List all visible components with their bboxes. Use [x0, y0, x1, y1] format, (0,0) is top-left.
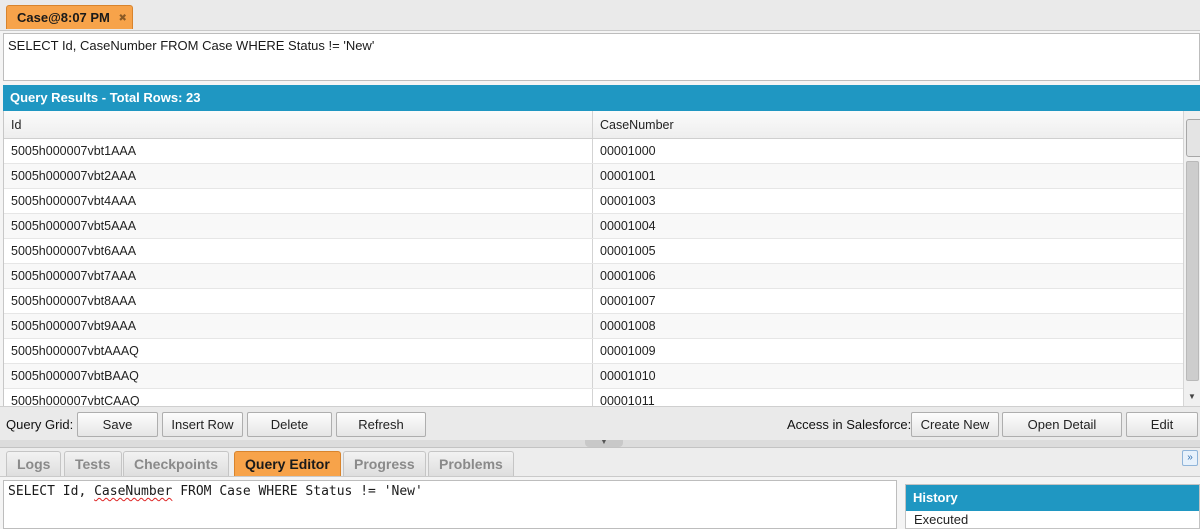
cell-casenumber[interactable]: 00001007: [593, 289, 1183, 313]
close-icon[interactable]: ✖: [119, 7, 127, 30]
cell-casenumber[interactable]: 00001010: [593, 364, 1183, 388]
create-new-button[interactable]: Create New: [911, 412, 999, 437]
table-row[interactable]: 5005h000007vbtCAAQ 00001011: [4, 389, 1183, 406]
tab-problems[interactable]: Problems: [428, 451, 514, 476]
cell-id[interactable]: 5005h000007vbtBAAQ: [4, 364, 593, 388]
cell-casenumber[interactable]: 00001004: [593, 214, 1183, 238]
cell-id[interactable]: 5005h000007vbt8AAA: [4, 289, 593, 313]
table-row[interactable]: 5005h000007vbt4AAA 00001003: [4, 189, 1183, 214]
query-grid-label: Query Grid:: [6, 417, 74, 432]
table-row[interactable]: 5005h000007vbtAAAQ 00001009: [4, 339, 1183, 364]
history-item[interactable]: Executed: [906, 511, 1199, 528]
access-salesforce-label: Access in Salesforce:: [787, 417, 912, 432]
editor-tab-bar: Case@8:07 PM ✖: [0, 0, 1200, 31]
open-detail-page-button[interactable]: Open Detail Page: [1002, 412, 1122, 455]
tab-label: Case@8:07 PM: [17, 10, 110, 25]
cell-casenumber[interactable]: 00001003: [593, 189, 1183, 213]
tab-tests[interactable]: Tests: [64, 451, 122, 476]
cell-id[interactable]: 5005h000007vbt4AAA: [4, 189, 593, 213]
grid-vertical-scrollbar[interactable]: ▼: [1183, 111, 1200, 406]
table-row[interactable]: 5005h000007vbtBAAQ 00001010: [4, 364, 1183, 389]
cell-casenumber[interactable]: 00001008: [593, 314, 1183, 338]
cell-casenumber[interactable]: 00001011: [593, 389, 1183, 406]
editor-misspelled-word: CaseNumber: [94, 484, 173, 499]
cell-casenumber[interactable]: 00001006: [593, 264, 1183, 288]
cell-casenumber[interactable]: 00001000: [593, 139, 1183, 163]
cell-id[interactable]: 5005h000007vbt2AAA: [4, 164, 593, 188]
cell-casenumber[interactable]: 00001009: [593, 339, 1183, 363]
grid-toolbar: Query Grid: Save Rows Insert Row Delete …: [0, 406, 1200, 455]
table-row[interactable]: 5005h000007vbt1AAA 00001000: [4, 139, 1183, 164]
table-row[interactable]: 5005h000007vbt5AAA 00001004: [4, 214, 1183, 239]
query-results-header: Query Results - Total Rows: 23: [3, 85, 1200, 111]
query-results-grid: Id CaseNumber 5005h000007vbt1AAA 00001000…: [3, 111, 1183, 406]
table-row[interactable]: 5005h000007vbt9AAA 00001008: [4, 314, 1183, 339]
tab-checkpoints[interactable]: Checkpoints: [123, 451, 230, 476]
history-header: History: [906, 485, 1199, 511]
query-text-field[interactable]: SELECT Id, CaseNumber FROM Case WHERE St…: [3, 33, 1200, 81]
delete-row-button[interactable]: Delete Row: [247, 412, 332, 455]
tab-progress[interactable]: Progress: [343, 451, 426, 476]
query-editor-textarea[interactable]: SELECT Id, CaseNumber FROM Case WHERE St…: [3, 480, 897, 529]
cell-id[interactable]: 5005h000007vbtAAAQ: [4, 339, 593, 363]
column-header-casenumber[interactable]: CaseNumber: [593, 111, 1183, 138]
editor-text-after: FROM Case WHERE Status != 'New': [172, 484, 423, 499]
table-row[interactable]: 5005h000007vbt6AAA 00001005: [4, 239, 1183, 264]
double-chevron-down-icon[interactable]: »: [1182, 450, 1198, 466]
drag-handle-icon[interactable]: ▼: [585, 439, 623, 447]
tab-query-editor[interactable]: Query Editor: [234, 451, 341, 476]
cell-id[interactable]: 5005h000007vbt7AAA: [4, 264, 593, 288]
table-row[interactable]: 5005h000007vbt7AAA 00001006: [4, 264, 1183, 289]
cell-id[interactable]: 5005h000007vbt9AAA: [4, 314, 593, 338]
view-tab-bar: Logs Tests Checkpoints Query Editor Progress…: [0, 448, 1200, 477]
cell-casenumber[interactable]: 00001001: [593, 164, 1183, 188]
cell-id[interactable]: 5005h000007vbt1AAA: [4, 139, 593, 163]
table-row[interactable]: 5005h000007vbt8AAA 00001007: [4, 289, 1183, 314]
cell-id[interactable]: 5005h000007vbt5AAA: [4, 214, 593, 238]
panel-splitter[interactable]: ▼: [0, 439, 1200, 448]
insert-row-button[interactable]: Insert Row: [162, 412, 243, 437]
chevron-down-icon[interactable]: ▼: [1188, 392, 1196, 401]
edit-page-button[interactable]: Edit Page: [1126, 412, 1198, 455]
scroll-thumb[interactable]: [1186, 161, 1199, 381]
cell-casenumber[interactable]: 00001005: [593, 239, 1183, 263]
refresh-grid-button[interactable]: Refresh Grid: [336, 412, 426, 455]
save-rows-button[interactable]: Save Rows: [77, 412, 158, 455]
table-row[interactable]: 5005h000007vbt2AAA 00001001: [4, 164, 1183, 189]
tab-logs[interactable]: Logs: [6, 451, 62, 476]
tab-case-query[interactable]: Case@8:07 PM ✖: [6, 5, 133, 29]
grid-body: 5005h000007vbt1AAA 00001000 5005h000007vbt…: [4, 139, 1183, 406]
history-panel: History Executed: [905, 484, 1200, 529]
column-header-id[interactable]: Id: [4, 111, 593, 138]
scroll-up-handle[interactable]: [1186, 119, 1200, 157]
cell-id[interactable]: 5005h000007vbt6AAA: [4, 239, 593, 263]
editor-text-before: SELECT Id,: [8, 484, 95, 499]
grid-header-row: Id CaseNumber: [4, 111, 1183, 139]
cell-id[interactable]: 5005h000007vbtCAAQ: [4, 389, 593, 406]
